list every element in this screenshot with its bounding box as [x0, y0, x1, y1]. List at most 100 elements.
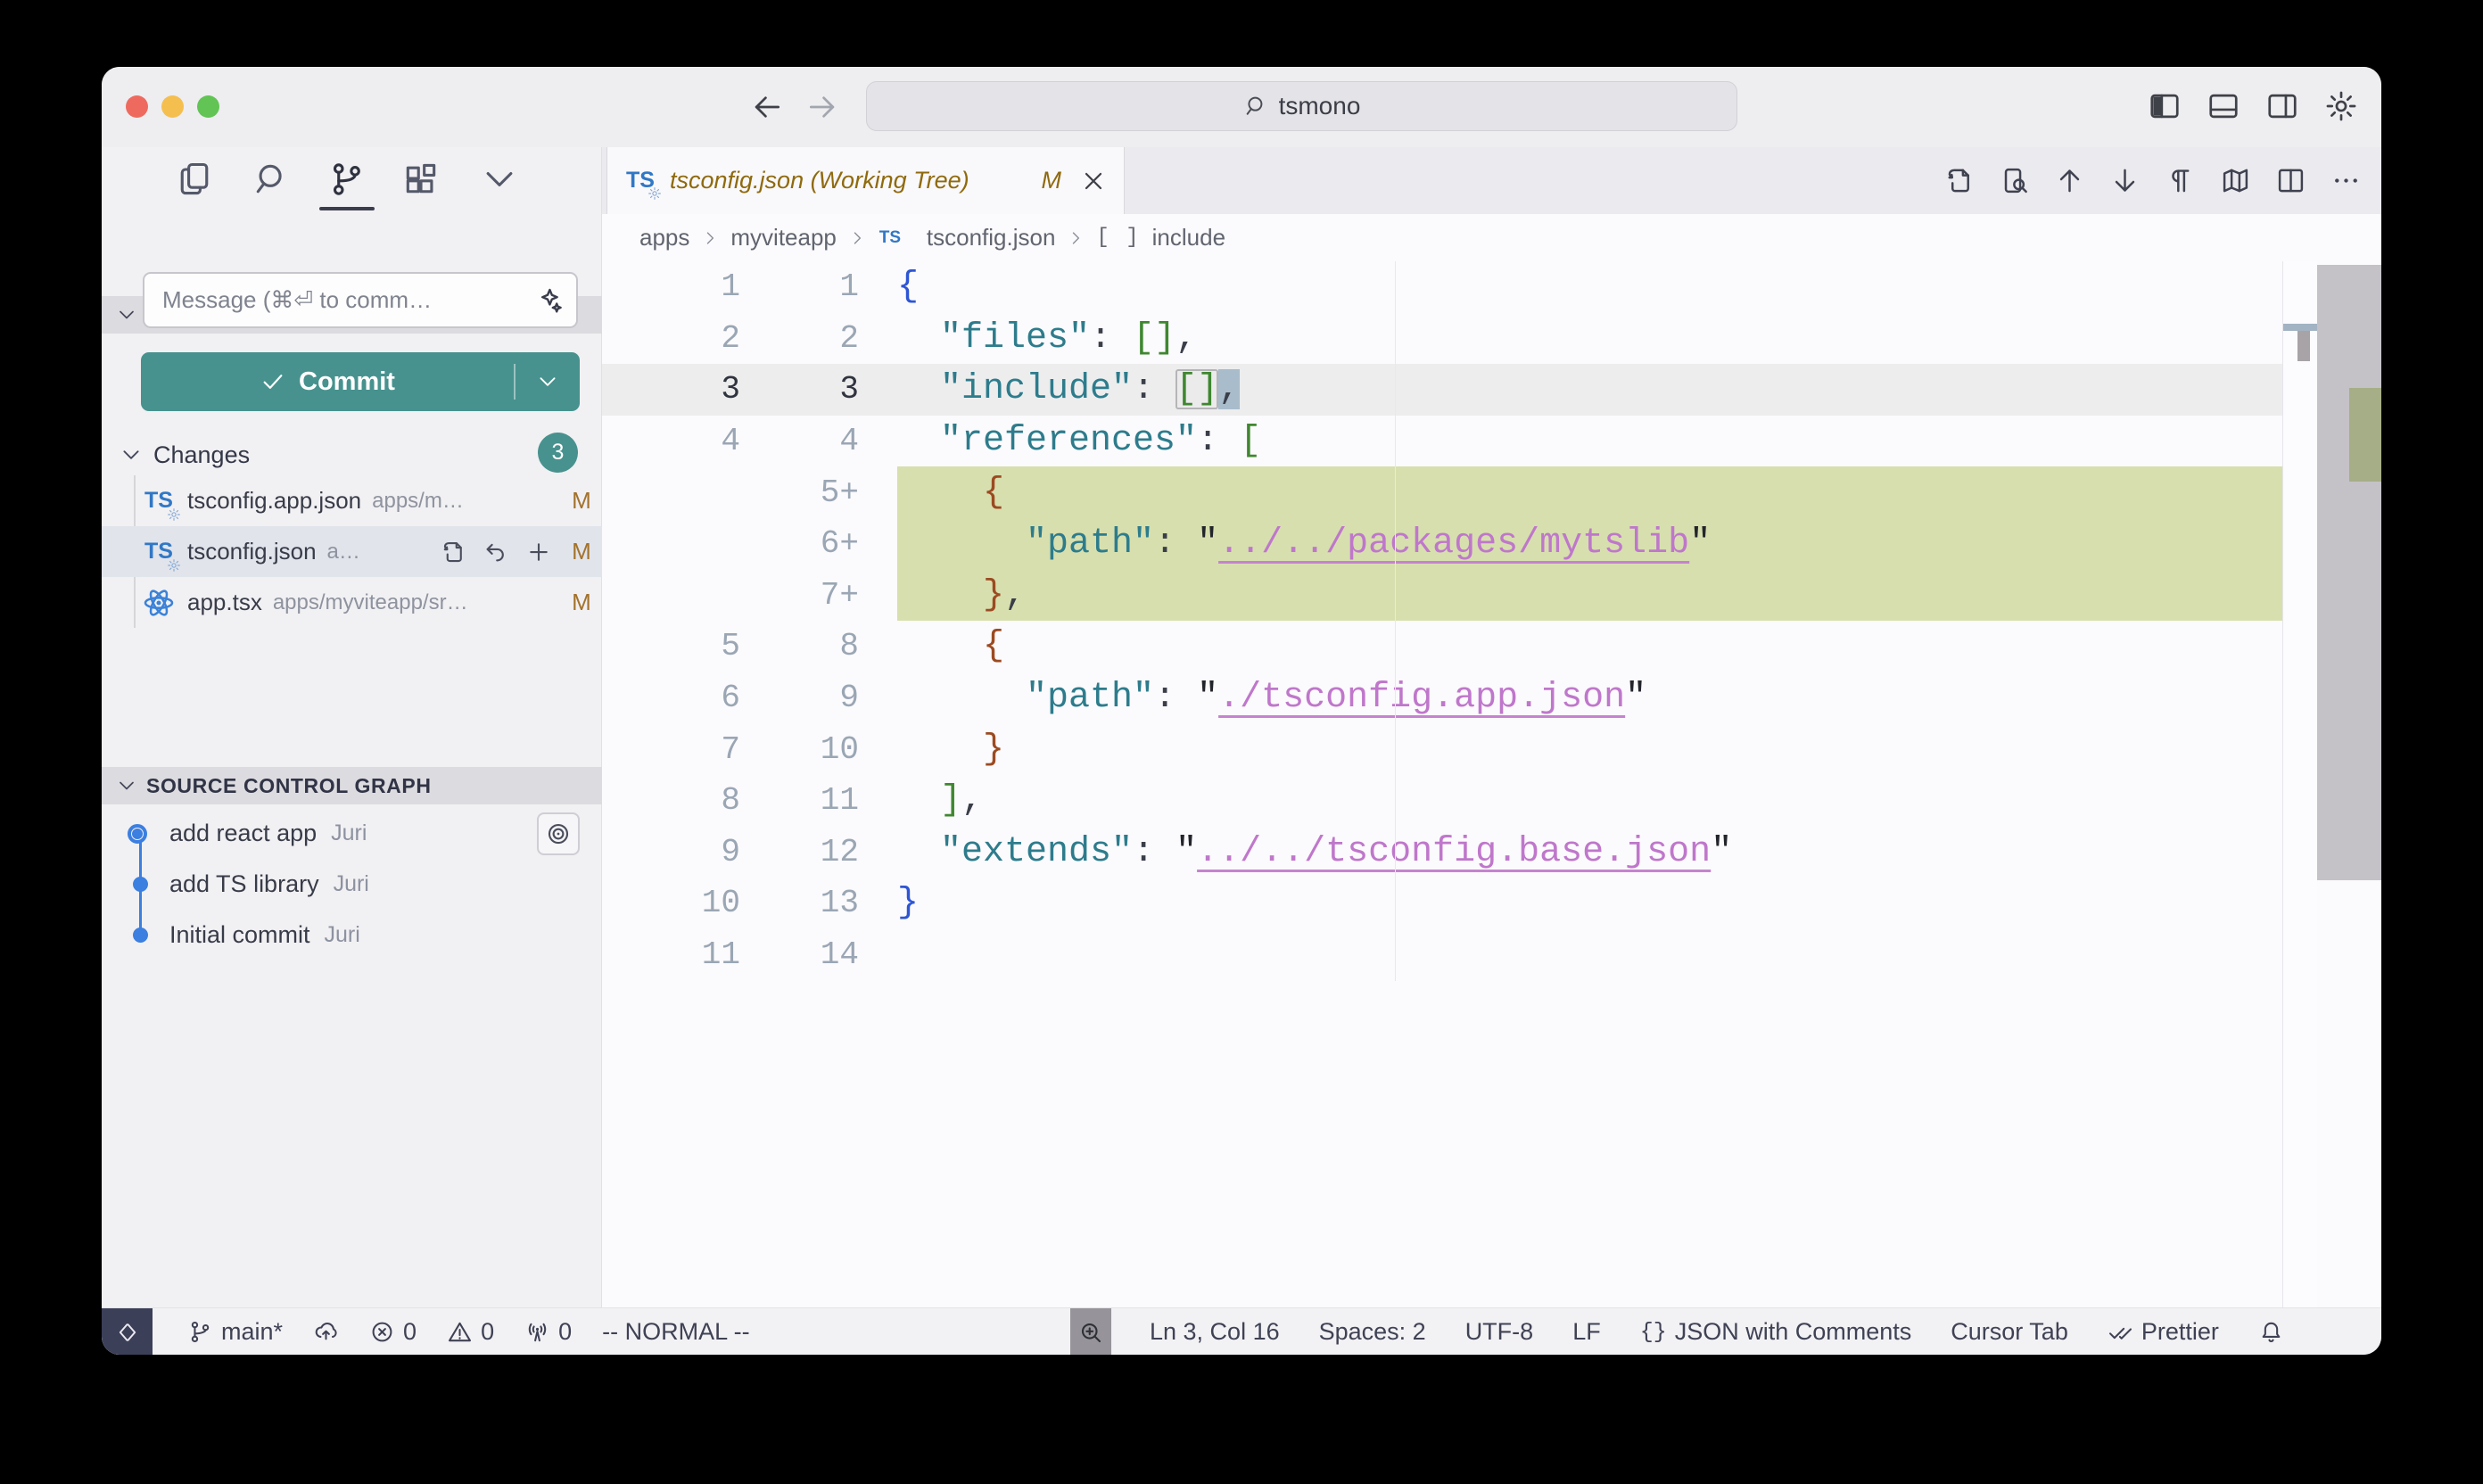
- code-line-added[interactable]: 5+ {: [602, 466, 2282, 518]
- map-outline-icon[interactable]: [2220, 165, 2251, 196]
- commit-dot: [133, 928, 148, 943]
- code-text: {: [897, 621, 2282, 672]
- sidebar: SOURCE CONTROL Commit Changes 3 TStsconf…: [102, 147, 602, 1307]
- status-item[interactable]: [313, 1319, 339, 1345]
- command-center-search[interactable]: tsmono: [866, 81, 1737, 131]
- modified-line-number: 6+: [740, 525, 859, 562]
- status-item[interactable]: Cursor Tab: [1951, 1318, 2068, 1346]
- settings-gear-icon[interactable]: [2324, 89, 2358, 123]
- goto-head-button[interactable]: [537, 812, 580, 855]
- vscode-window: tsmono SOURCE CONTROL: [102, 67, 2381, 1355]
- status-item[interactable]: Spaces: 2: [1319, 1318, 1426, 1346]
- more-views-chevron-icon[interactable]: [480, 160, 519, 199]
- status-item[interactable]: Ln 3, Col 16: [1150, 1318, 1280, 1346]
- remote-indicator-button[interactable]: [102, 1308, 153, 1355]
- maximize-window-button[interactable]: [197, 95, 219, 118]
- file-name: app.tsx: [187, 589, 262, 616]
- minimize-window-button[interactable]: [161, 95, 184, 118]
- code-line[interactable]: 22 "files": [],: [602, 313, 2282, 365]
- status-item[interactable]: 0: [447, 1318, 494, 1346]
- breadcrumb-item[interactable]: include: [1152, 224, 1225, 251]
- original-line-number: 9: [602, 834, 740, 870]
- code-editor[interactable]: 11{22 "files": [],33 "include": [],44 "r…: [602, 261, 2282, 980]
- status-item[interactable]: -- NORMAL --: [602, 1318, 749, 1346]
- breadcrumb-separator-icon: [701, 229, 719, 247]
- toggle-primary-sidebar-icon[interactable]: [2148, 89, 2182, 123]
- breadcrumb: appsmyviteappTStsconfig.json[ ]include: [602, 214, 2381, 261]
- status-item[interactable]: main*: [187, 1318, 283, 1346]
- discard-changes-icon[interactable]: [483, 539, 509, 565]
- commit-row[interactable]: add react appJuri: [102, 808, 602, 859]
- code-line[interactable]: 710 }: [602, 723, 2282, 775]
- change-row[interactable]: TStsconfig.app.jsonapps/m…M: [102, 475, 602, 526]
- status-item[interactable]: UTF-8: [1465, 1318, 1534, 1346]
- open-changes-icon[interactable]: [1943, 165, 1975, 196]
- changes-header[interactable]: Changes 3: [102, 434, 602, 475]
- tab-tsconfig-working-tree[interactable]: TS tsconfig.json (Working Tree) M: [606, 147, 1125, 214]
- code-line-added[interactable]: 7+ },: [602, 570, 2282, 622]
- code-text: {: [897, 261, 2282, 313]
- active-view-underline: [319, 207, 375, 210]
- toggle-secondary-sidebar-icon[interactable]: [2265, 89, 2299, 123]
- typescript-file-icon: TS: [878, 226, 903, 251]
- code-line-added[interactable]: 6+ "path": "../../packages/mytslib": [602, 518, 2282, 570]
- commit-head-dot: [128, 824, 147, 844]
- stage-change-icon[interactable]: [525, 539, 552, 565]
- chevron-down-icon: [116, 304, 137, 326]
- breadcrumb-item[interactable]: myviteapp: [730, 224, 837, 251]
- toggle-panel-icon[interactable]: [2207, 89, 2240, 123]
- commit-author: Juri: [334, 871, 369, 897]
- breadcrumb-item[interactable]: tsconfig.json: [927, 224, 1056, 251]
- code-line[interactable]: 811 ],: [602, 775, 2282, 827]
- source-control-graph-title: SOURCE CONTROL GRAPH: [146, 774, 432, 798]
- navigate-forward-icon[interactable]: [805, 90, 839, 124]
- review-search-icon[interactable]: [1999, 165, 2030, 196]
- code-text: [897, 929, 2282, 981]
- commit-dropdown-button[interactable]: [516, 370, 580, 393]
- code-line[interactable]: 69 "path": "./tsconfig.app.json": [602, 672, 2282, 724]
- extensions-icon[interactable]: [401, 160, 441, 199]
- code-line[interactable]: 33 "include": [],: [602, 364, 2282, 416]
- code-text: }: [897, 878, 2282, 929]
- commit-button[interactable]: Commit: [141, 352, 580, 411]
- original-line-number: 3: [602, 371, 740, 408]
- code-line[interactable]: 44 "references": [: [602, 416, 2282, 467]
- previous-change-icon[interactable]: [2054, 165, 2085, 196]
- navigate-back-icon[interactable]: [750, 90, 784, 124]
- code-text: "path": "./tsconfig.app.json": [897, 672, 2282, 724]
- original-line-number: 5: [602, 628, 740, 664]
- explorer-icon[interactable]: [175, 160, 214, 199]
- code-line[interactable]: 58 {: [602, 621, 2282, 672]
- search-view-icon[interactable]: [252, 160, 291, 199]
- close-window-button[interactable]: [126, 95, 148, 118]
- status-item[interactable]: LF: [1572, 1318, 1601, 1346]
- status-item[interactable]: Prettier: [2108, 1318, 2219, 1346]
- change-row[interactable]: TStsconfig.jsona…M: [102, 526, 602, 577]
- split-editor-icon[interactable]: [2275, 165, 2306, 196]
- status-item[interactable]: 0: [524, 1318, 572, 1346]
- close-tab-icon[interactable]: [1079, 167, 1108, 195]
- scrollbar-thumb[interactable]: [2317, 265, 2381, 880]
- more-actions-icon[interactable]: [2330, 165, 2362, 196]
- source-control-graph-header[interactable]: SOURCE CONTROL GRAPH: [102, 767, 602, 804]
- whitespace-pilcrow-icon[interactable]: [2165, 165, 2196, 196]
- commit-row[interactable]: Initial commitJuri: [102, 910, 602, 960]
- code-line[interactable]: 912 "extends": "../../tsconfig.base.json…: [602, 827, 2282, 878]
- source-control-icon[interactable]: [326, 160, 366, 199]
- commit-message-input[interactable]: [144, 286, 533, 314]
- commit-row[interactable]: add TS libraryJuri: [102, 859, 602, 910]
- breadcrumb-item[interactable]: apps: [639, 224, 689, 251]
- status-item[interactable]: [2258, 1319, 2284, 1345]
- code-line[interactable]: 11{: [602, 261, 2282, 313]
- status-item[interactable]: {}JSON with Comments: [1640, 1318, 1912, 1346]
- sparkle-ai-icon[interactable]: [533, 285, 564, 316]
- status-item[interactable]: 0: [369, 1318, 417, 1346]
- cursor-position-marker: [2283, 324, 2318, 331]
- modified-line-number: 1: [740, 268, 859, 305]
- change-row[interactable]: app.tsxapps/myviteapp/sr…M: [102, 577, 602, 628]
- open-file-icon[interactable]: [440, 539, 466, 565]
- code-line[interactable]: 1114: [602, 929, 2282, 981]
- zoom-indicator[interactable]: [1070, 1308, 1111, 1355]
- next-change-icon[interactable]: [2109, 165, 2141, 196]
- code-line[interactable]: 1013}: [602, 878, 2282, 929]
